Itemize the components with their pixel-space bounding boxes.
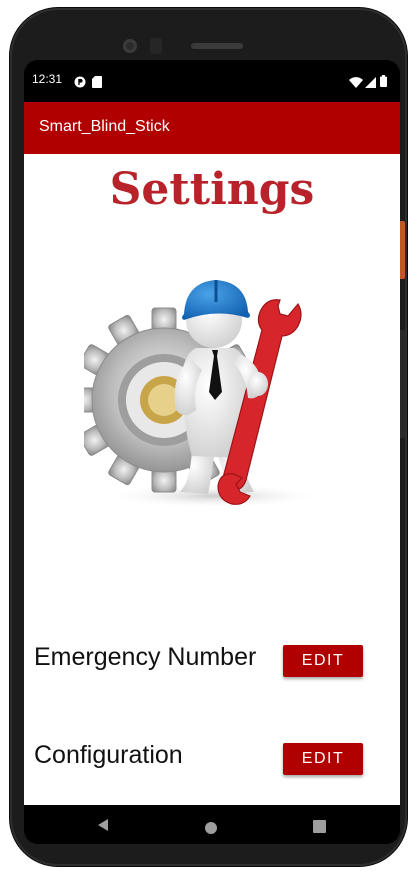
page-title: Settings <box>109 164 315 215</box>
earpiece-speaker <box>191 43 243 49</box>
back-icon[interactable] <box>97 817 109 836</box>
wifi-icon <box>349 73 363 92</box>
app-title: Smart_Blind_Stick <box>39 118 170 135</box>
settings-worker-illustration <box>71 260 344 512</box>
emergency-number-label: Emergency Number <box>34 643 257 671</box>
edit-configuration-button[interactable]: EDIT <box>283 743 363 775</box>
proximity-sensor <box>150 38 162 54</box>
settings-content: Settings Emergency Number EDIT Configura… <box>24 154 400 805</box>
edit-emergency-number-button[interactable]: EDIT <box>283 645 363 677</box>
configuration-label: Configuration <box>34 741 183 769</box>
recents-icon[interactable] <box>313 818 326 837</box>
front-camera <box>123 39 137 53</box>
app-bar: Smart_Blind_Stick <box>24 102 400 154</box>
signal-icon <box>365 73 376 92</box>
sd-card-icon <box>92 73 102 92</box>
home-icon[interactable] <box>205 819 217 838</box>
status-time: 12:31 <box>32 72 63 86</box>
battery-icon <box>380 72 387 91</box>
navigation-bar <box>24 805 400 844</box>
status-bar: 12:31 <box>24 60 400 98</box>
screen: 12:31 Smart_Blind_Stick Settings Emergen… <box>24 60 400 844</box>
p-circle-icon <box>74 73 86 92</box>
